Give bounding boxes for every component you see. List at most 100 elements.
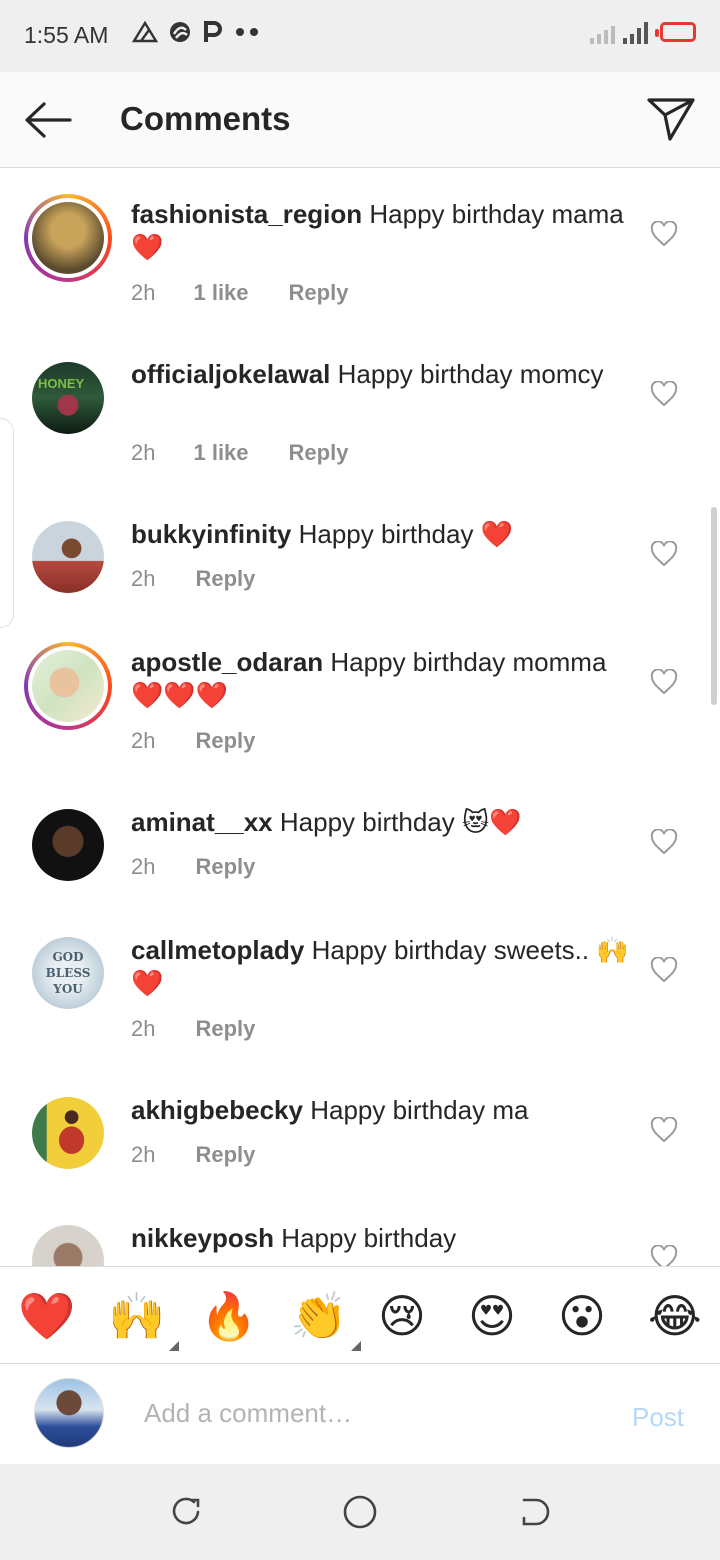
swirl-icon — [170, 22, 190, 42]
back-icon[interactable] — [516, 1494, 552, 1530]
comment-meta: 2h 1 like Reply — [131, 280, 348, 306]
avatar-story-ring[interactable] — [24, 194, 112, 282]
comment-username[interactable]: bukkyinfinity — [131, 519, 291, 549]
post-button[interactable]: Post — [632, 1402, 684, 1433]
comment-username[interactable]: aminat__xx — [131, 807, 273, 837]
comment-meta: 2h Reply — [131, 1016, 255, 1042]
avatar[interactable]: HONEY — [32, 362, 104, 434]
status-time: 1:55 AM — [24, 22, 109, 48]
emoji-heart-button[interactable]: ❤️ — [18, 1289, 75, 1343]
avatar[interactable] — [32, 521, 104, 593]
heart-icon[interactable] — [650, 829, 678, 855]
comment-text: fashionista_region Happy birthday mama❤️ — [131, 198, 631, 264]
reply-button[interactable]: Reply — [195, 566, 255, 592]
emoji-quick-bar: ❤️ 🙌 🔥 👏 😢 😍 😮 😂 — [0, 1266, 720, 1364]
comment-body: Happy birthday 😻❤️ — [279, 807, 522, 837]
comment-body: Happy birthday ma — [310, 1095, 529, 1125]
comment-time: 2h — [131, 1142, 156, 1167]
comment-text: bukkyinfinity Happy birthday ❤️ — [131, 518, 631, 551]
recent-apps-icon[interactable] — [168, 1494, 204, 1530]
svg-text:GOD: GOD — [52, 950, 83, 964]
emoji-heart-eyes-button[interactable]: 😍 — [468, 1289, 516, 1343]
comment-input[interactable] — [144, 1398, 584, 1429]
comment-likes[interactable]: 1 like — [193, 440, 248, 466]
emoji-surprised-button[interactable]: 😮 — [558, 1289, 606, 1343]
arrow-left-icon[interactable] — [22, 100, 74, 140]
comment-time: 2h — [131, 280, 156, 305]
comment-username[interactable]: officialjokelawal — [131, 359, 330, 389]
heart-icon[interactable] — [650, 957, 678, 983]
comment-username[interactable]: fashionista_region — [131, 199, 362, 229]
comment-meta: 2h 1 like Reply — [131, 440, 348, 466]
comment-username[interactable]: akhigbebecky — [131, 1095, 303, 1125]
comment-time: 2h — [131, 566, 156, 591]
avatar — [32, 650, 104, 722]
heart-icon[interactable] — [650, 381, 678, 407]
comment-likes[interactable]: 1 like — [193, 280, 248, 306]
my-avatar — [34, 1378, 104, 1448]
avatar[interactable] — [32, 1225, 104, 1266]
comment-text: aminat__xx Happy birthday 😻❤️ — [131, 806, 631, 839]
avatar[interactable] — [32, 809, 104, 881]
comment-meta: 2h Reply — [131, 728, 255, 754]
system-nav-bar — [0, 1464, 720, 1560]
battery-icon — [655, 22, 696, 42]
comment-meta: 2h Reply — [131, 854, 255, 880]
svg-text:HONEY: HONEY — [38, 376, 85, 391]
comment-meta: 2h Reply — [131, 1142, 255, 1168]
signal-4g-icon — [623, 20, 648, 44]
heart-icon[interactable] — [650, 1245, 678, 1266]
heart-icon[interactable] — [650, 1117, 678, 1143]
comments-header: Comments — [0, 72, 720, 168]
status-bar: 1:55 AM — [0, 0, 720, 72]
comment-time: 2h — [131, 728, 156, 753]
comment-body: Happy birthday ❤️ — [298, 519, 514, 549]
comment-body: Happy birthday — [281, 1223, 457, 1253]
comment-time: 2h — [131, 854, 156, 879]
reply-button[interactable]: Reply — [195, 728, 255, 754]
emoji-laughing-button[interactable]: 😂 — [648, 1289, 702, 1343]
more-dots-icon — [236, 28, 258, 36]
avatar — [32, 202, 104, 274]
comment-text: apostle_odaran Happy birthday momma❤️❤️❤… — [131, 646, 631, 712]
home-icon[interactable] — [342, 1494, 378, 1530]
scrollbar[interactable] — [711, 507, 717, 705]
comment-time: 2h — [131, 440, 156, 465]
emoji-raised-hands-button[interactable]: 🙌 — [108, 1289, 180, 1351]
edge-card — [0, 418, 14, 628]
svg-text:YOU: YOU — [52, 982, 83, 996]
avatar[interactable]: GOD BLESS YOU — [32, 937, 104, 1009]
reply-button[interactable]: Reply — [289, 440, 349, 466]
comment-text: akhigbebecky Happy birthday ma — [131, 1094, 631, 1127]
comment-meta: 2h Reply — [131, 566, 255, 592]
comment-username[interactable]: nikkeyposh — [131, 1223, 274, 1253]
comment-time: 2h — [131, 1016, 156, 1041]
notification-icons — [132, 20, 260, 44]
svg-text:BLESS: BLESS — [46, 966, 91, 980]
comment-text: officialjokelawal Happy birthday momcy — [131, 358, 631, 391]
heart-icon[interactable] — [650, 669, 678, 695]
triangle-icon — [132, 20, 158, 43]
reply-button[interactable]: Reply — [195, 1016, 255, 1042]
signal-icon — [590, 20, 615, 44]
comment-username[interactable]: apostle_odaran — [131, 647, 323, 677]
reply-button[interactable]: Reply — [195, 1142, 255, 1168]
emoji-crying-button[interactable]: 😢 — [378, 1289, 426, 1343]
avatar-story-ring[interactable] — [24, 642, 112, 730]
comment-text: nikkeyposh Happy birthday — [131, 1222, 631, 1255]
p-icon — [204, 21, 222, 42]
comment-body: Happy birthday momcy — [337, 359, 604, 389]
system-indicators — [590, 20, 696, 44]
emoji-fire-button[interactable]: 🔥 — [200, 1289, 257, 1343]
reply-button[interactable]: Reply — [289, 280, 349, 306]
page-title: Comments — [120, 100, 291, 137]
emoji-clap-button[interactable]: 👏 — [290, 1289, 362, 1351]
comments-list[interactable]: fashionista_region Happy birthday mama❤️… — [0, 168, 720, 1266]
avatar[interactable] — [32, 1097, 104, 1169]
heart-icon[interactable] — [650, 541, 678, 567]
comment-composer: Post — [0, 1364, 720, 1464]
paper-plane-icon[interactable] — [646, 96, 696, 142]
heart-icon[interactable] — [650, 221, 678, 247]
comment-username[interactable]: callmetoplady — [131, 935, 304, 965]
reply-button[interactable]: Reply — [195, 854, 255, 880]
